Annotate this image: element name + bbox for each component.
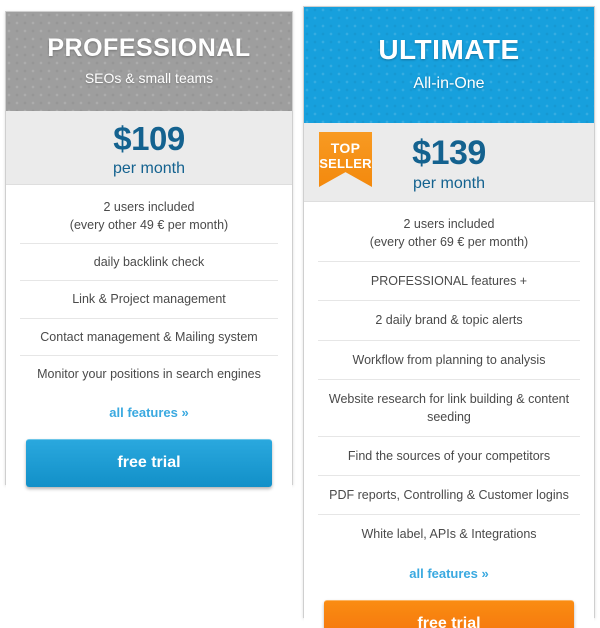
feature-item: Find the sources of your competitors: [318, 437, 580, 476]
feature-item: Monitor your positions in search engines: [37, 366, 261, 381]
cta-row-professional: free trial: [6, 427, 292, 506]
feature-item: Link & Project management: [20, 281, 278, 319]
plan-header-professional: PROFESSIONAL SEOs & small teams: [6, 12, 292, 111]
feature-item: White label, APIs & Integrations: [361, 527, 537, 542]
price-period-ultimate: per month: [412, 174, 486, 192]
plan-card-ultimate[interactable]: ULTIMATE All-in-One TOP SELLER $139 per …: [303, 6, 595, 628]
price-amount-professional: $109: [113, 120, 185, 157]
top-seller-badge-line-2: SELLER: [319, 155, 372, 171]
feature-item: Workflow from planning to analysis: [318, 341, 580, 380]
feature-item: 2 users included (every other 69 € per mo…: [318, 202, 580, 263]
plan-tagline-ultimate: All-in-One: [413, 75, 485, 93]
price-band-ultimate: TOP SELLER $139 per month: [304, 123, 594, 202]
price-band-professional: $109 per month: [6, 111, 292, 185]
free-trial-button-ultimate[interactable]: free trial: [324, 600, 574, 628]
feature-item: PDF reports, Controlling & Customer logi…: [318, 476, 580, 516]
all-features-link-professional[interactable]: all features »: [109, 405, 189, 420]
features-list-professional: 2 users included (every other 49 € per mo…: [6, 185, 292, 392]
plan-header-ultimate: ULTIMATE All-in-One: [304, 7, 594, 123]
features-list-ultimate: 2 users included (every other 69 € per mo…: [304, 202, 594, 554]
plan-tagline-professional: SEOs & small teams: [84, 70, 214, 87]
feature-item: Website research for link building & con…: [318, 380, 580, 437]
top-seller-badge-line-1: TOP: [330, 140, 361, 156]
plan-name-professional: PROFESSIONAL: [47, 34, 251, 62]
feature-item: 2 daily brand & topic alerts: [318, 301, 580, 341]
all-features-row-ultimate: all features »: [304, 553, 594, 590]
pricing-table: PROFESSIONAL SEOs & small teams $109 per…: [0, 0, 600, 628]
all-features-row-professional: all features »: [6, 391, 292, 428]
feature-item: 2 users included (every other 49 € per mo…: [20, 185, 278, 245]
free-trial-button-professional[interactable]: free trial: [26, 438, 272, 487]
price-period-professional: per month: [112, 159, 186, 177]
plan-card-professional[interactable]: PROFESSIONAL SEOs & small teams $109 per…: [5, 11, 293, 506]
plan-name-ultimate: ULTIMATE: [378, 34, 520, 65]
cta-row-ultimate: free trial: [304, 589, 594, 628]
all-features-link-ultimate[interactable]: all features »: [409, 566, 489, 581]
feature-item: Contact management & Mailing system: [20, 319, 278, 356]
feature-item: PROFESSIONAL features +: [318, 262, 580, 302]
feature-item: daily backlink check: [20, 244, 278, 282]
